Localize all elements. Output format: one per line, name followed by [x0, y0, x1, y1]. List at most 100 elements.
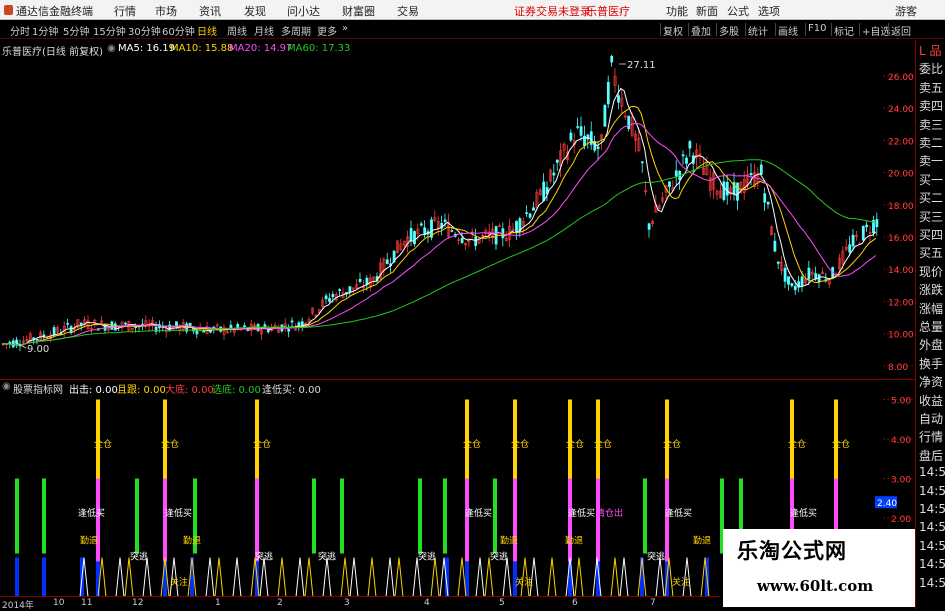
menu-item-trade[interactable]: 交易	[397, 3, 419, 19]
signal-wave	[430, 557, 440, 596]
side-panel-item[interactable]: 14:50	[919, 484, 945, 498]
guest-label[interactable]: 游客	[895, 3, 917, 19]
menu-item-function[interactable]: 功能	[666, 3, 688, 19]
period-tab-3[interactable]: 15分钟	[93, 23, 126, 38]
period-tab-8[interactable]: 月线	[254, 23, 274, 38]
candlestick	[783, 267, 787, 282]
side-panel-item[interactable]: 14:50	[919, 557, 945, 571]
side-panel-item[interactable]: 涨跌	[919, 281, 943, 298]
menu-item-discover[interactable]: 发现	[244, 3, 266, 19]
toolbar-button-8[interactable]: 返回	[891, 23, 911, 38]
toolbar-button-7[interactable]: +自选	[862, 23, 890, 38]
period-tab-5[interactable]: 60分钟	[162, 23, 195, 38]
period-tab-10[interactable]: 更多	[317, 23, 337, 38]
signal-label: 全仓	[594, 438, 612, 450]
indicator-field-bottom: 大底: 0.00	[165, 385, 214, 396]
menu-item-quotes[interactable]: 行情	[114, 3, 136, 19]
indicator-current-value: 2.40	[877, 499, 897, 509]
signal-wave	[574, 557, 584, 596]
toolbar-button-5[interactable]: F10	[808, 23, 826, 34]
price-tick-label: 8.00	[888, 363, 908, 373]
signal-label: 全仓	[663, 438, 681, 450]
toolbar-button-0[interactable]: 复权	[663, 23, 683, 38]
side-panel-item[interactable]: 净资	[919, 373, 943, 390]
signal-bar	[312, 478, 316, 554]
side-panel-item[interactable]: 14:50	[919, 502, 945, 516]
period-tab-2[interactable]: 5分钟	[63, 23, 89, 38]
candlestick	[668, 181, 671, 187]
candlestick	[35, 338, 39, 341]
indicator-tick-label: 2.00	[891, 515, 911, 525]
side-panel-item[interactable]: 买一	[919, 171, 943, 188]
period-tab-9[interactable]: 多周期	[281, 23, 311, 38]
menu-item-ask[interactable]: 问小达	[287, 3, 320, 19]
side-panel-item[interactable]: 总量	[919, 318, 943, 335]
signal-wave	[682, 557, 692, 596]
signal-label: 突逃	[490, 550, 508, 562]
candlestick	[793, 285, 797, 291]
menu-item-newface[interactable]: 新面	[696, 3, 718, 19]
toolbar-button-4[interactable]: 画线	[778, 23, 798, 38]
side-panel-item[interactable]: 卖二	[919, 134, 943, 151]
candlestick	[725, 181, 729, 196]
watermark-url: www.60lt.com	[757, 577, 874, 595]
side-panel-item[interactable]: 外盘	[919, 336, 943, 353]
indicator-menu-icon[interactable]: ◉	[2, 381, 11, 392]
side-panel-item[interactable]: 卖五	[919, 79, 943, 96]
side-panel-item[interactable]: 涨幅	[919, 300, 943, 317]
indicator-legend: ◉ 股票指标网 出击: 0.00 且跟: 0.00 大底: 0.00 选底: 0…	[0, 380, 915, 396]
menu-stock-name: 乐普医疗	[586, 5, 630, 18]
month-label: 1	[215, 598, 221, 608]
side-panel-item[interactable]: 收益	[919, 392, 943, 409]
month-label: 6	[572, 598, 578, 608]
signal-label: 勤退	[565, 535, 583, 547]
period-tab-0[interactable]: 分时	[10, 23, 30, 38]
side-panel-item[interactable]: 买三	[919, 208, 943, 225]
side-panel-item[interactable]: 买二	[919, 189, 943, 206]
candlestick	[287, 329, 291, 332]
indicator-title: 股票指标网	[13, 385, 63, 396]
menu-item-formula[interactable]: 公式	[727, 3, 749, 19]
period-tab-4[interactable]: 30分钟	[128, 23, 161, 38]
side-panel-item[interactable]: 行情	[919, 428, 943, 445]
candlestick	[640, 161, 644, 164]
side-panel-item[interactable]: 换手	[919, 355, 943, 372]
side-panel-item[interactable]: 买四	[919, 226, 943, 243]
more-arrow-icon[interactable]: »	[342, 23, 348, 34]
side-panel-item[interactable]: 买五	[919, 244, 943, 261]
side-panel-item[interactable]: 卖三	[919, 116, 943, 133]
menu-item-options[interactable]: 选项	[758, 3, 780, 19]
signal-label: 勤退	[183, 535, 201, 547]
menu-item-news[interactable]: 资讯	[199, 3, 221, 19]
menu-item-wealth[interactable]: 财富圈	[342, 3, 375, 19]
candlestick	[606, 81, 610, 105]
side-panel-item[interactable]: 委比	[919, 60, 943, 77]
signal-bar	[643, 478, 647, 554]
toolbar-button-1[interactable]: 叠加	[691, 23, 711, 38]
period-tab-7[interactable]: 周线	[227, 23, 247, 38]
side-panel-item[interactable]: 盘后	[919, 447, 943, 464]
signal-bar	[340, 478, 344, 554]
side-panel-item[interactable]: 14:50	[919, 520, 945, 534]
kline-chart-canvas[interactable]: 26.00 24.00 22.00 20.00 18.00 16.00 14.00 12.00…	[0, 40, 915, 596]
period-tab-1[interactable]: 1分钟	[32, 23, 58, 38]
signal-wave	[394, 557, 404, 596]
side-panel-item[interactable]: 卖一	[919, 152, 943, 169]
side-panel-item[interactable]: 14:50	[919, 576, 945, 590]
side-panel-item[interactable]: 卖四	[919, 97, 943, 114]
side-panel-item[interactable]: 14:50	[919, 539, 945, 553]
menu-item-market[interactable]: 市场	[155, 3, 177, 19]
login-warning[interactable]: 证券交易未登录	[514, 3, 591, 19]
side-panel-item[interactable]: L 品	[919, 42, 942, 59]
side-panel-item[interactable]: 现价	[919, 263, 943, 280]
signal-label: 突逃	[418, 550, 436, 562]
toolbar-button-3[interactable]: 统计	[748, 23, 768, 38]
candlestick	[494, 226, 498, 245]
period-tab-6[interactable]: 日线	[197, 23, 217, 38]
toolbar-button-2[interactable]: 多股	[719, 23, 739, 38]
side-panel-item[interactable]: 自动	[919, 410, 943, 427]
toolbar-button-6[interactable]: 标记	[834, 23, 854, 38]
signal-label: 全仓	[253, 438, 271, 450]
side-panel-item[interactable]: 14:50	[919, 465, 945, 479]
signal-wave	[529, 557, 539, 596]
